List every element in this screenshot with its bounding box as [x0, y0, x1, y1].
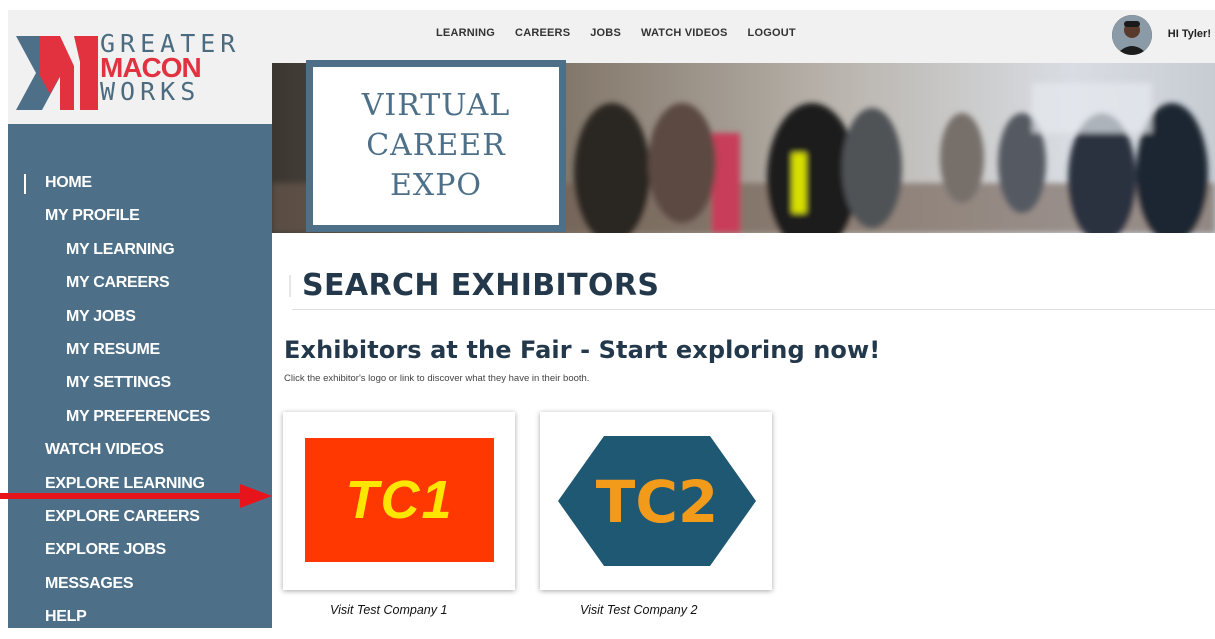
topnav-jobs[interactable]: JOBS: [590, 27, 621, 39]
top-nav: LEARNING CAREERS JOBS WATCH VIDEOS LOGOU…: [436, 27, 796, 39]
exhibitor-logo-text-1: TC1: [345, 470, 454, 530]
exhibitor-logo-tc2[interactable]: TC2: [552, 434, 762, 568]
hero-title-card: VIRTUAL CAREER EXPO: [306, 60, 566, 232]
sidebar-item-help[interactable]: HELP: [8, 606, 272, 639]
hero-title-line-2: CAREER: [366, 128, 506, 163]
exhibitors-intro: Click the exhibitor's logo or link to di…: [284, 373, 590, 384]
sidebar-item-messages[interactable]: MESSAGES: [8, 573, 272, 606]
visit-company-1-link[interactable]: Visit Test Company 1: [330, 603, 447, 617]
hero-title-line-1: VIRTUAL: [361, 88, 511, 123]
page-title: SEARCH EXHIBITORS: [302, 268, 660, 303]
exhibitors-heading: Exhibitors at the Fair - Start exploring…: [284, 336, 881, 364]
section-title-accent: [289, 275, 291, 297]
exhibitor-logo-text-2: TC2: [596, 468, 719, 536]
sidebar-item-my-profile[interactable]: MY PROFILE: [8, 205, 272, 238]
sidebar-item-watch-videos[interactable]: WATCH VIDEOS: [8, 439, 272, 472]
sidebar-item-my-learning[interactable]: MY LEARNING: [8, 239, 272, 272]
section-divider: [292, 309, 1215, 310]
topnav-careers[interactable]: CAREERS: [515, 27, 570, 39]
top-bar: LEARNING CAREERS JOBS WATCH VIDEOS LOGOU…: [272, 10, 1215, 63]
user-greeting[interactable]: HI Tyler!: [1168, 28, 1211, 40]
exhibitor-card-1[interactable]: TC1: [283, 412, 515, 590]
exhibitor-card-2[interactable]: TC2: [540, 412, 772, 590]
sidebar-item-home[interactable]: HOME: [8, 172, 272, 205]
arrow-right-icon: [0, 484, 272, 508]
topnav-learning[interactable]: LEARNING: [436, 27, 495, 39]
sidebar-item-my-settings[interactable]: MY SETTINGS: [8, 372, 272, 405]
hero-title-line-3: EXPO: [389, 168, 483, 203]
hero-title: VIRTUAL CAREER EXPO: [362, 86, 511, 206]
topnav-logout[interactable]: LOGOUT: [748, 27, 796, 39]
sidebar-item-my-resume[interactable]: MY RESUME: [8, 339, 272, 372]
sidebar-nav: HOME MY PROFILE MY LEARNING MY CAREERS M…: [8, 172, 272, 639]
sidebar-item-my-preferences[interactable]: MY PREFERENCES: [8, 406, 272, 439]
brand-wordmark: GREATER MACON WORKS: [100, 31, 235, 106]
sidebar-item-explore-jobs[interactable]: EXPLORE JOBS: [8, 539, 272, 572]
brand-line-3: WORKS: [100, 77, 201, 106]
sidebar: HOME MY PROFILE MY LEARNING MY CAREERS M…: [8, 124, 272, 628]
user-avatar-icon[interactable]: [1112, 15, 1152, 55]
logo-area: GREATER MACON WORKS: [8, 10, 272, 124]
sidebar-item-explore-careers[interactable]: EXPLORE CAREERS: [8, 506, 272, 539]
visit-company-2-link[interactable]: Visit Test Company 2: [580, 603, 697, 617]
brand-logo-icon[interactable]: [16, 32, 98, 114]
exhibitor-logo-tc1[interactable]: TC1: [305, 438, 494, 562]
sidebar-item-my-careers[interactable]: MY CAREERS: [8, 272, 272, 305]
sidebar-item-my-jobs[interactable]: MY JOBS: [8, 306, 272, 339]
topnav-watch-videos[interactable]: WATCH VIDEOS: [641, 27, 728, 39]
